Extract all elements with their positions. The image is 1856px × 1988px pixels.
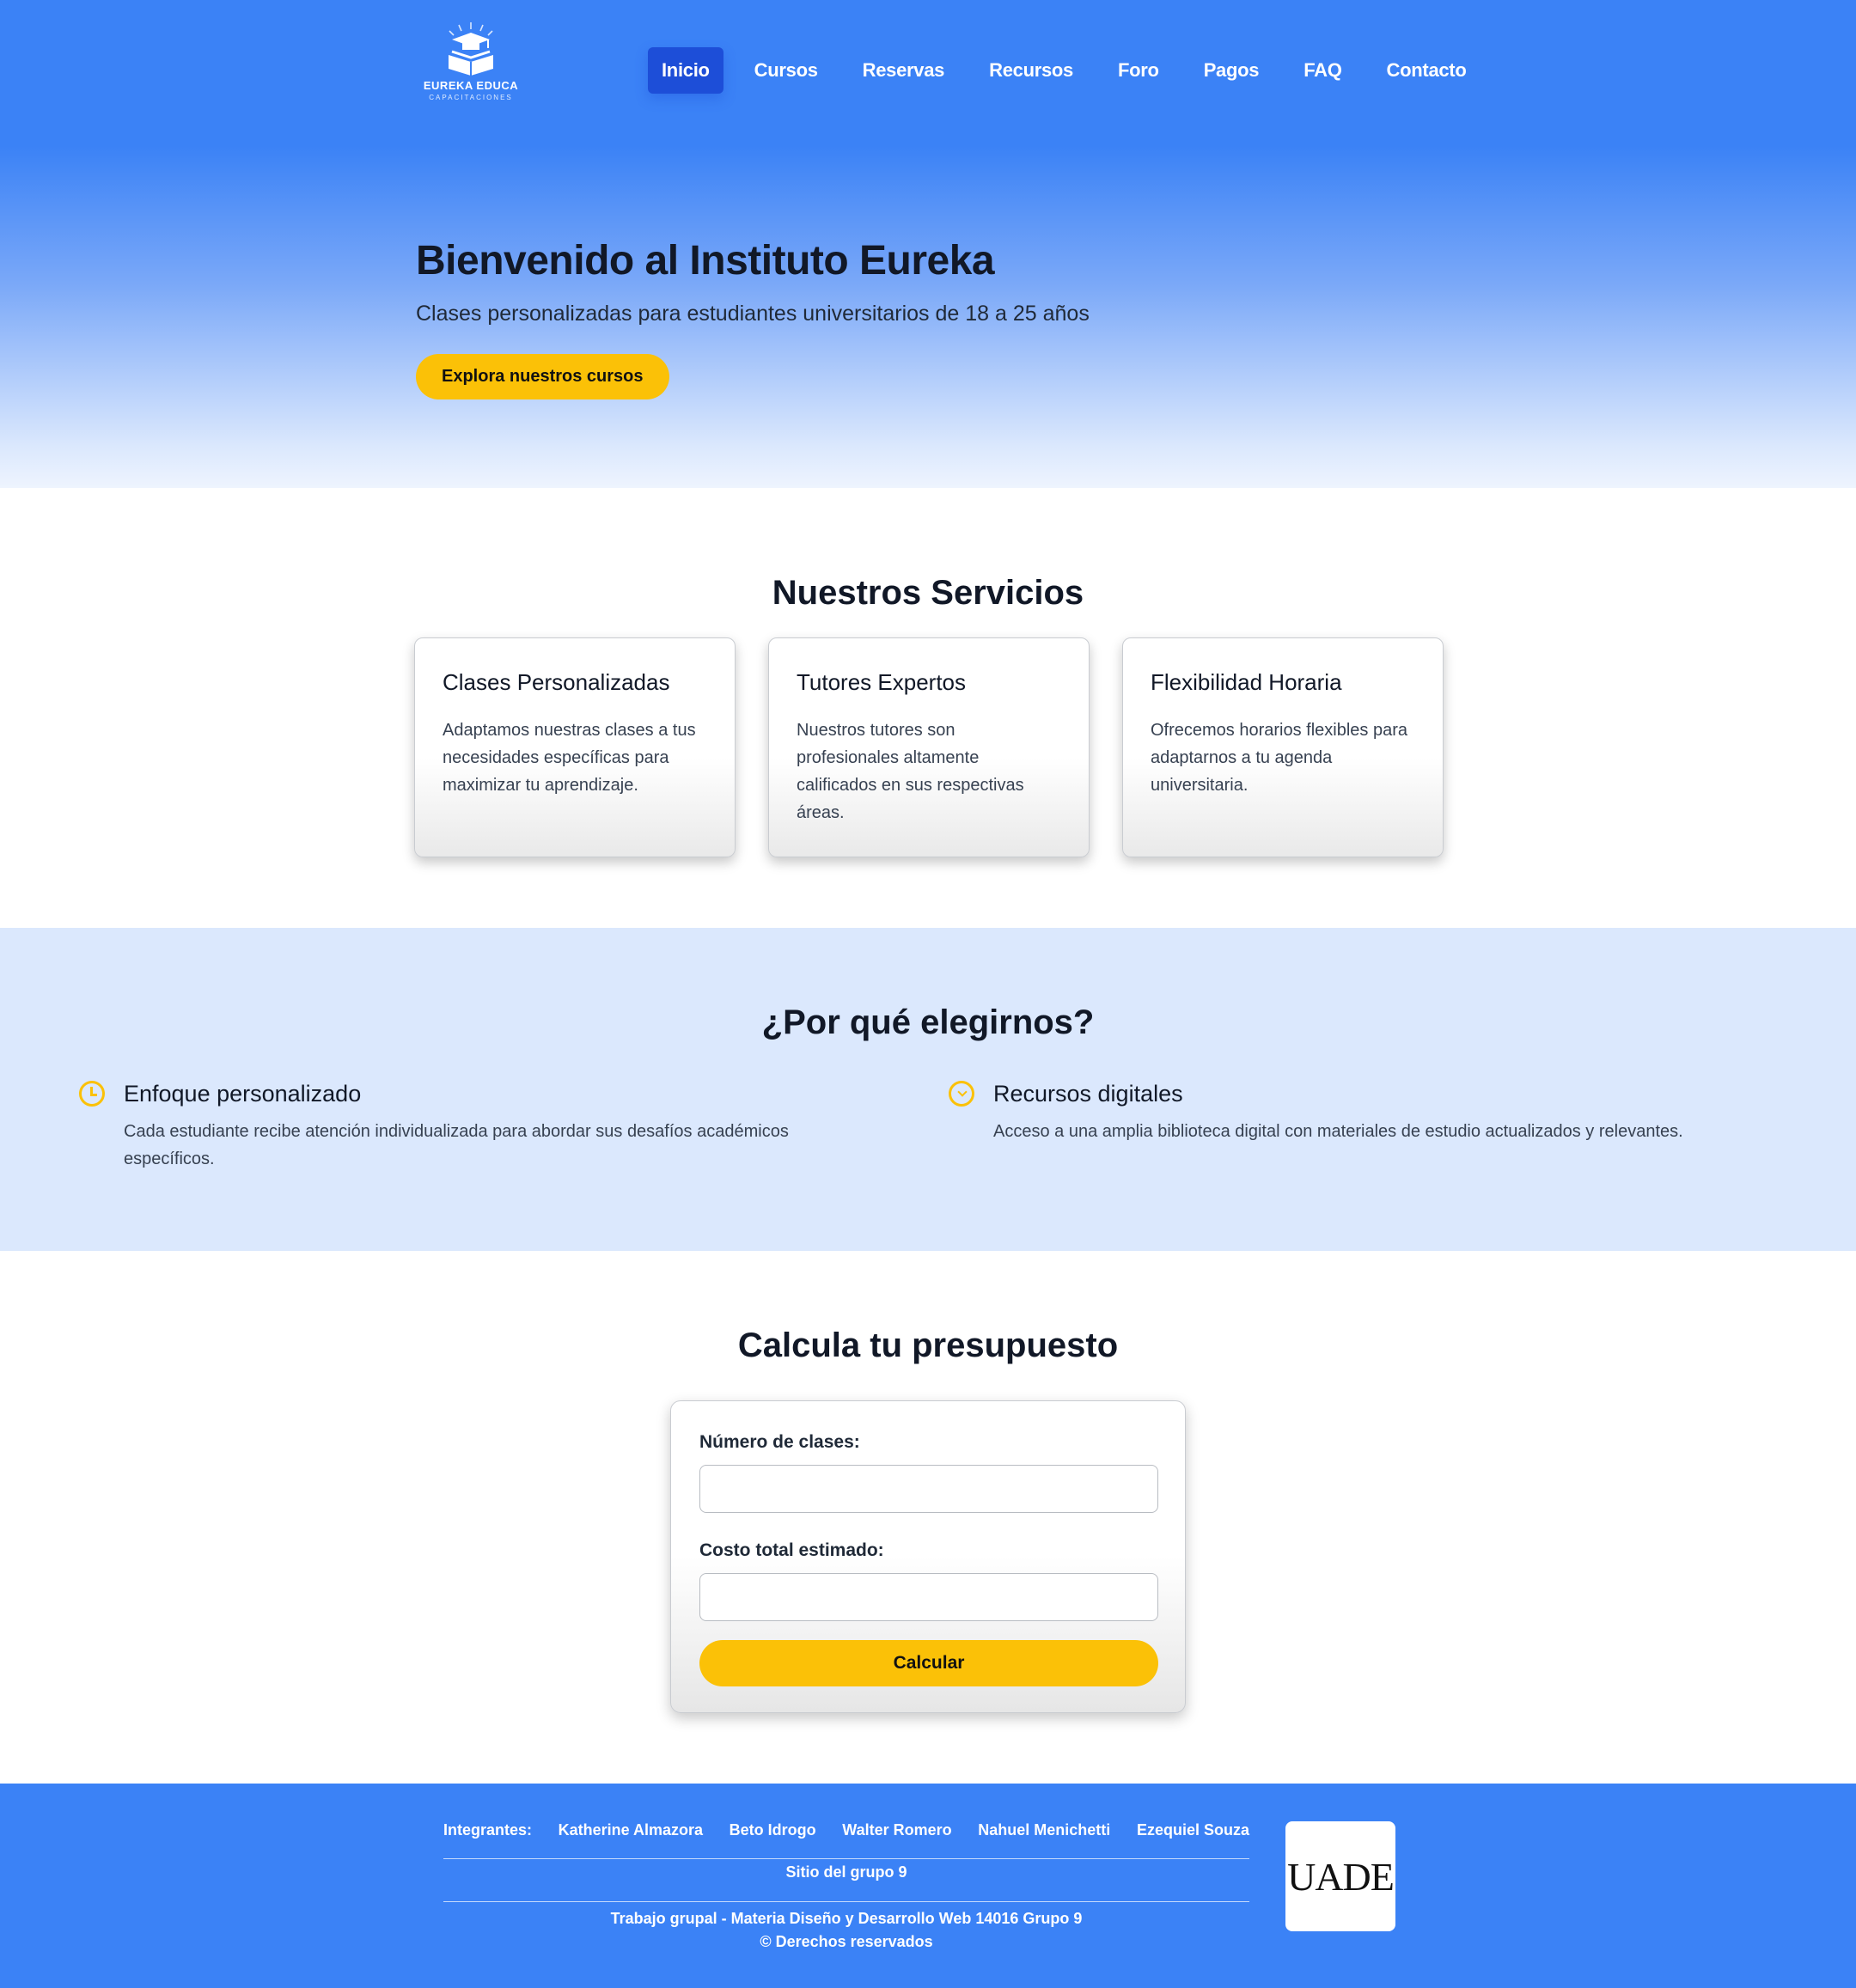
site-header: EUREKA EDUCA CAPACITACIONES Inicio Curso… bbox=[0, 0, 1856, 146]
service-card: Clases Personalizadas Adaptamos nuestras… bbox=[414, 637, 736, 857]
classes-count-label: Número de clases: bbox=[699, 1432, 860, 1452]
total-cost-input[interactable] bbox=[699, 1573, 1158, 1621]
services-title: Nuestros Servicios bbox=[772, 574, 1084, 612]
classes-count-input[interactable] bbox=[699, 1465, 1158, 1513]
member-name: Walter Romero bbox=[842, 1821, 952, 1839]
why-us-title: ¿Por qué elegirnos? bbox=[761, 1003, 1095, 1041]
services-cards: Clases Personalizadas Adaptamos nuestras… bbox=[414, 637, 1476, 857]
why-item-title: Enfoque personalizado bbox=[124, 1081, 362, 1107]
footer-content: Integrantes: Katherine Almazora Beto Idr… bbox=[443, 1821, 1249, 1954]
why-item-title: Recursos digitales bbox=[993, 1081, 1183, 1107]
explore-courses-button[interactable]: Explora nuestros cursos bbox=[416, 354, 669, 399]
site-logo[interactable]: EUREKA EDUCA CAPACITACIONES bbox=[419, 21, 522, 124]
budget-calculator-section: Calcula tu presupuesto Número de clases:… bbox=[0, 1251, 1856, 1784]
service-card: Tutores Expertos Nuestros tutores son pr… bbox=[768, 637, 1090, 857]
why-us-section: ¿Por qué elegirnos? Enfoque personalizad… bbox=[0, 928, 1856, 1251]
calculator-title: Calcula tu presupuesto bbox=[737, 1326, 1119, 1364]
services-section: Nuestros Servicios Clases Personalizadas… bbox=[0, 488, 1856, 928]
credits-line: Trabajo grupal - Materia Diseño y Desarr… bbox=[610, 1910, 1083, 1927]
clock-icon bbox=[79, 1081, 105, 1107]
brand-tagline: CAPACITACIONES bbox=[429, 94, 513, 101]
member-name: Ezequiel Souza bbox=[1136, 1821, 1249, 1839]
footer-divider bbox=[443, 1858, 1249, 1859]
service-card-title: Clases Personalizadas bbox=[443, 669, 670, 695]
nav-item-foro[interactable]: Foro bbox=[1104, 47, 1173, 94]
service-card-text: Adaptamos nuestras clases a tus necesida… bbox=[443, 721, 696, 795]
nav-item-recursos[interactable]: Recursos bbox=[975, 47, 1087, 94]
nav-item-faq[interactable]: FAQ bbox=[1290, 47, 1355, 94]
member-name: Katherine Almazora bbox=[558, 1821, 704, 1839]
nav-item-reservas[interactable]: Reservas bbox=[849, 47, 958, 94]
group-site-link[interactable]: Sitio del grupo 9 bbox=[443, 1863, 1249, 1901]
member-name: Beto Idrogo bbox=[729, 1821, 816, 1839]
calculate-button[interactable]: Calcular bbox=[699, 1640, 1158, 1686]
hero-title: Bienvenido al Instituto Eureka bbox=[416, 238, 995, 284]
service-card-text: Nuestros tutores son profesionales altam… bbox=[797, 721, 1024, 822]
service-card-title: Flexibilidad Horaria bbox=[1151, 669, 1342, 695]
nav-item-cursos[interactable]: Cursos bbox=[741, 47, 832, 94]
site-footer: Integrantes: Katherine Almazora Beto Idr… bbox=[0, 1784, 1856, 1988]
why-item-text: Acceso a una amplia biblioteca digital c… bbox=[993, 1122, 1683, 1141]
hero-content: Bienvenido al Instituto Eureka Clases pe… bbox=[416, 237, 1090, 399]
graduation-cap-book-icon bbox=[449, 22, 493, 76]
members-list: Integrantes: Katherine Almazora Beto Idr… bbox=[443, 1821, 1249, 1839]
total-cost-label: Costo total estimado: bbox=[699, 1540, 884, 1560]
copyright-line: © Derechos reservados bbox=[760, 1933, 933, 1950]
members-label: Integrantes: bbox=[443, 1821, 533, 1839]
hero-subtitle: Clases personalizadas para estudiantes u… bbox=[416, 302, 1090, 326]
brand-name: EUREKA EDUCA bbox=[423, 79, 519, 92]
service-card: Flexibilidad Horaria Ofrecemos horarios … bbox=[1122, 637, 1444, 857]
why-item-text: Cada estudiante recibe atención individu… bbox=[124, 1122, 789, 1168]
uade-logo[interactable]: UADE bbox=[1285, 1821, 1395, 1931]
why-item: Recursos digitales Acceso a una amplia b… bbox=[949, 1081, 1808, 1145]
chevron-down-circle-icon bbox=[949, 1081, 974, 1107]
hero-section: EUREKA EDUCA CAPACITACIONES Inicio Curso… bbox=[0, 0, 1856, 488]
footer-credits: Trabajo grupal - Materia Diseño y Desarr… bbox=[443, 1907, 1249, 1954]
footer-divider bbox=[443, 1901, 1249, 1902]
main-nav: Inicio Cursos Reservas Recursos Foro Pag… bbox=[648, 47, 1497, 94]
service-card-title: Tutores Expertos bbox=[797, 669, 967, 695]
nav-item-inicio[interactable]: Inicio bbox=[648, 47, 723, 94]
member-name: Nahuel Menichetti bbox=[978, 1821, 1111, 1839]
calculator-form: Número de clases: Costo total estimado: … bbox=[670, 1400, 1186, 1713]
nav-item-pagos[interactable]: Pagos bbox=[1190, 47, 1273, 94]
nav-item-contacto[interactable]: Contacto bbox=[1373, 47, 1481, 94]
why-item: Enfoque personalizado Cada estudiante re… bbox=[79, 1081, 852, 1173]
service-card-text: Ofrecemos horarios flexibles para adapta… bbox=[1151, 721, 1408, 795]
